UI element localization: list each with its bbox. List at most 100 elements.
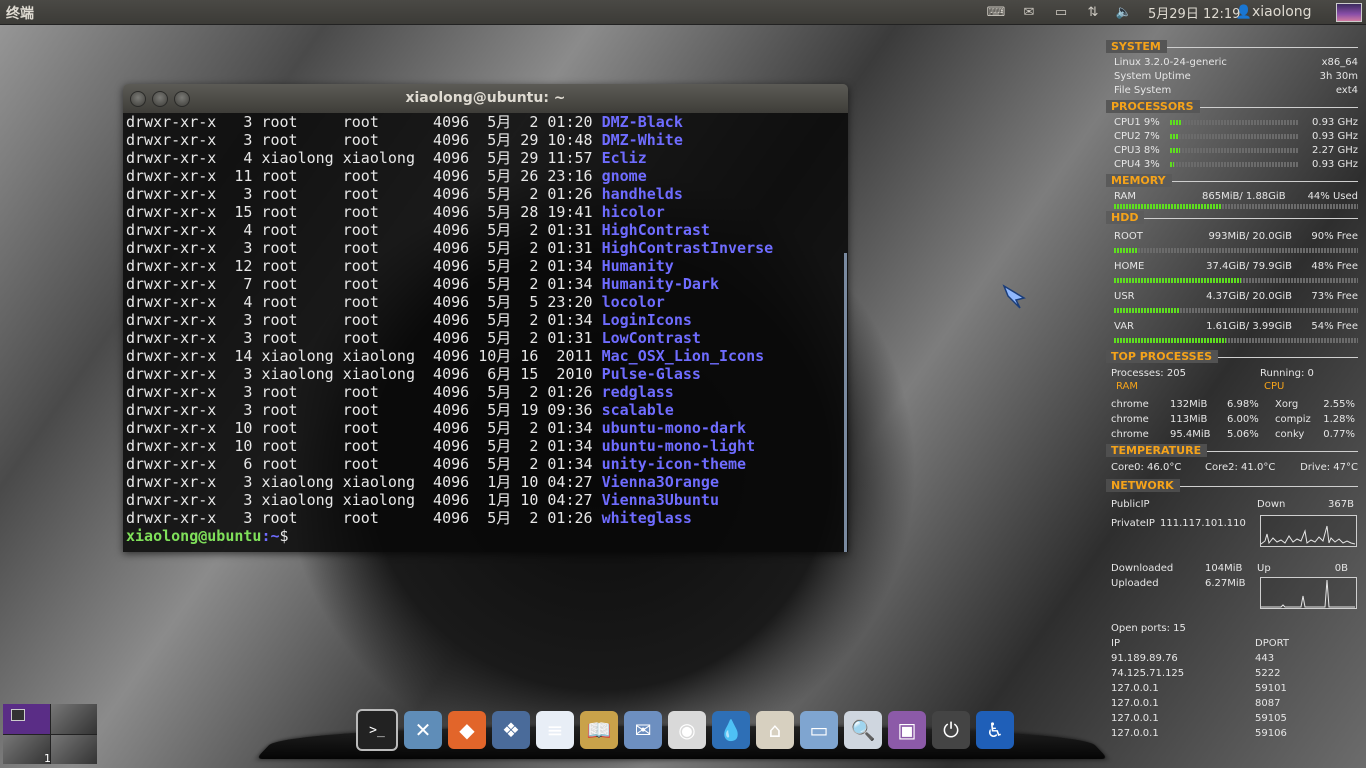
top-section: TOP PROCESSES: [1106, 350, 1358, 366]
clock[interactable]: 5月29日 12:19: [1148, 0, 1240, 24]
directory-name[interactable]: Vienna3Orange: [602, 473, 719, 491]
cpu-label: CPU4 3%: [1114, 159, 1160, 170]
directory-name[interactable]: whiteglass: [602, 509, 692, 527]
workspace-3[interactable]: [3, 734, 50, 764]
disk-free: 90% Free: [1311, 231, 1358, 242]
directory-name[interactable]: Humanity-Dark: [602, 275, 719, 293]
home-folder-icon[interactable]: ⌂: [756, 711, 794, 749]
directory-name[interactable]: scalable: [602, 401, 674, 419]
kernel-row: Linux 3.2.0-24-generic x86_64: [1106, 56, 1358, 70]
mail-stamp-icon[interactable]: ✉: [624, 711, 662, 749]
listing-meta: drwxr-xr-x 3 root root 4096 5月 29 10:48: [126, 131, 602, 149]
cpu-proc-name: Xorg: [1275, 399, 1299, 410]
directory-name[interactable]: unity-icon-theme: [602, 455, 747, 473]
session-icon[interactable]: [1336, 3, 1362, 22]
directory-name[interactable]: locolor: [602, 293, 665, 311]
tools-folder-icon[interactable]: ✕: [404, 711, 442, 749]
disk-free: 48% Free: [1311, 261, 1358, 272]
temperature-row: Core0: 46.0°C Core2: 41.0°C Drive: 47°C: [1106, 460, 1358, 475]
top-headers: RAM CPU: [1106, 381, 1358, 393]
accessibility-icon[interactable]: ♿: [976, 711, 1014, 749]
directory-name[interactable]: DMZ-White: [602, 131, 683, 149]
keyboard-icon[interactable]: ⌨: [985, 0, 1007, 24]
water-drop-icon[interactable]: 💧: [712, 711, 750, 749]
terminal-thumbnail-icon: [11, 709, 25, 721]
cpu-freq: 0.93 GHz: [1312, 131, 1358, 142]
mail-icon[interactable]: ✉: [1018, 0, 1040, 24]
directory-name[interactable]: redglass: [602, 383, 674, 401]
ram-proc-pct: 6.98%: [1227, 399, 1259, 410]
directory-name[interactable]: Pulse-Glass: [602, 365, 701, 383]
directory-name[interactable]: HighContrastInverse: [602, 239, 774, 257]
shopping-bag-icon[interactable]: ◆: [448, 711, 486, 749]
prompt-line[interactable]: xiaolong@ubuntu:~$: [123, 527, 848, 545]
disk-row: ROOT 993MiB/ 20.0GiB 90% Free: [1106, 230, 1358, 244]
top-panel: 终端 ⌨ ✉ ▭ ⇅ 🔈 5月29日 12:19 👤 xiaolong: [0, 0, 1366, 25]
directory-name[interactable]: gnome: [602, 167, 647, 185]
workspace-2[interactable]: [50, 704, 97, 734]
disk-bar: [1114, 338, 1358, 343]
directory-name[interactable]: DMZ-Black: [602, 113, 683, 131]
private-ip: 111.117.101.110: [1160, 518, 1246, 529]
app-title: 终端: [6, 6, 34, 22]
terminal-window[interactable]: xiaolong@ubuntu: ~ drwxr-xr-x 3 root roo…: [123, 84, 848, 552]
directory-name[interactable]: handhelds: [602, 185, 683, 203]
dictionary-icon[interactable]: 📖: [580, 711, 618, 749]
network-icon[interactable]: ⇅: [1082, 0, 1104, 24]
cpu-row: CPU1 9% 0.93 GHz: [1106, 116, 1358, 130]
directory-name[interactable]: LoginIcons: [602, 311, 692, 329]
disk-bar-fill: [1114, 248, 1139, 253]
disk-bar-fill: [1114, 338, 1227, 343]
volume-icon[interactable]: 🔈: [1113, 0, 1135, 24]
folder-icon[interactable]: ▭: [800, 711, 838, 749]
cpu-row: CPU2 7% 0.93 GHz: [1106, 130, 1358, 144]
disk-bar: [1114, 278, 1358, 283]
connection-ip: 127.0.0.1: [1111, 713, 1159, 724]
directory-name[interactable]: ubuntu-mono-light: [602, 437, 756, 455]
listing-meta: drwxr-xr-x 3 root root 4096 5月 2 01:26: [126, 509, 602, 527]
down-label: Down: [1257, 499, 1286, 510]
listing-row: drwxr-xr-x 3 root root 4096 5月 2 01:34 L…: [123, 311, 848, 329]
connection-row: 74.125.71.125 5222: [1106, 666, 1358, 681]
cpu-bar-fill: [1170, 162, 1174, 167]
listing-row: drwxr-xr-x 15 root root 4096 5月 28 19:41…: [123, 203, 848, 221]
listing-meta: drwxr-xr-x 3 root root 4096 5月 2 01:31: [126, 239, 602, 257]
directory-name[interactable]: hicolor: [602, 203, 665, 221]
terminal-scrollbar[interactable]: [844, 253, 847, 552]
directory-name[interactable]: Ecliz: [602, 149, 647, 167]
listing-row: drwxr-xr-x 4 xiaolong xiaolong 4096 5月 2…: [123, 149, 848, 167]
terminal-titlebar[interactable]: xiaolong@ubuntu: ~: [123, 84, 848, 113]
directory-name[interactable]: Vienna3Ubuntu: [602, 491, 719, 509]
chrome-icon[interactable]: ◉: [668, 711, 706, 749]
document-editor-icon[interactable]: ≡: [536, 711, 574, 749]
terminal-icon[interactable]: >_: [356, 709, 398, 751]
connection-port: 59105: [1255, 713, 1287, 724]
directory-name[interactable]: LowContrast: [602, 329, 701, 347]
temperature-section: TEMPERATURE: [1106, 444, 1358, 460]
terminal-output[interactable]: drwxr-xr-x 3 root root 4096 5月 2 01:20 D…: [123, 113, 848, 552]
connection-row: 91.189.89.76 443: [1106, 651, 1358, 666]
photo-viewer-icon[interactable]: ❖: [492, 711, 530, 749]
workspace-1[interactable]: [3, 704, 50, 734]
battery-icon[interactable]: ▭: [1050, 0, 1072, 24]
ram-pct: 44% Used: [1307, 191, 1358, 202]
upload-graph: [1260, 577, 1357, 609]
power-icon[interactable]: ⏻: [932, 711, 970, 749]
listing-meta: drwxr-xr-x 6 root root 4096 5月 2 01:34: [126, 455, 602, 473]
process-row: chrome 95.4MiB 5.06% conky 0.77%: [1106, 427, 1358, 442]
user-menu[interactable]: xiaolong: [1252, 0, 1312, 24]
screenshot-icon[interactable]: ▣: [888, 711, 926, 749]
user-icon[interactable]: 👤: [1236, 0, 1252, 24]
directory-name[interactable]: Mac_OSX_Lion_Icons: [602, 347, 765, 365]
workspace-4[interactable]: [50, 734, 97, 764]
directory-name[interactable]: ubuntu-mono-dark: [602, 419, 747, 437]
listing-row: drwxr-xr-x 3 xiaolong xiaolong 4096 1月 1…: [123, 473, 848, 491]
disk-usage: 4.37GiB/ 20.0GiB: [1206, 291, 1292, 302]
directory-name[interactable]: HighContrast: [602, 221, 710, 239]
listing-meta: drwxr-xr-x 3 root root 4096 5月 2 01:34: [126, 311, 602, 329]
directory-name[interactable]: Humanity: [602, 257, 674, 275]
search-magnifier-icon[interactable]: 🔍: [844, 711, 882, 749]
listing-meta: drwxr-xr-x 12 root root 4096 5月 2 01:34: [126, 257, 602, 275]
uptime: 3h 30m: [1319, 71, 1358, 82]
hdd-section: HDD: [1106, 211, 1358, 227]
